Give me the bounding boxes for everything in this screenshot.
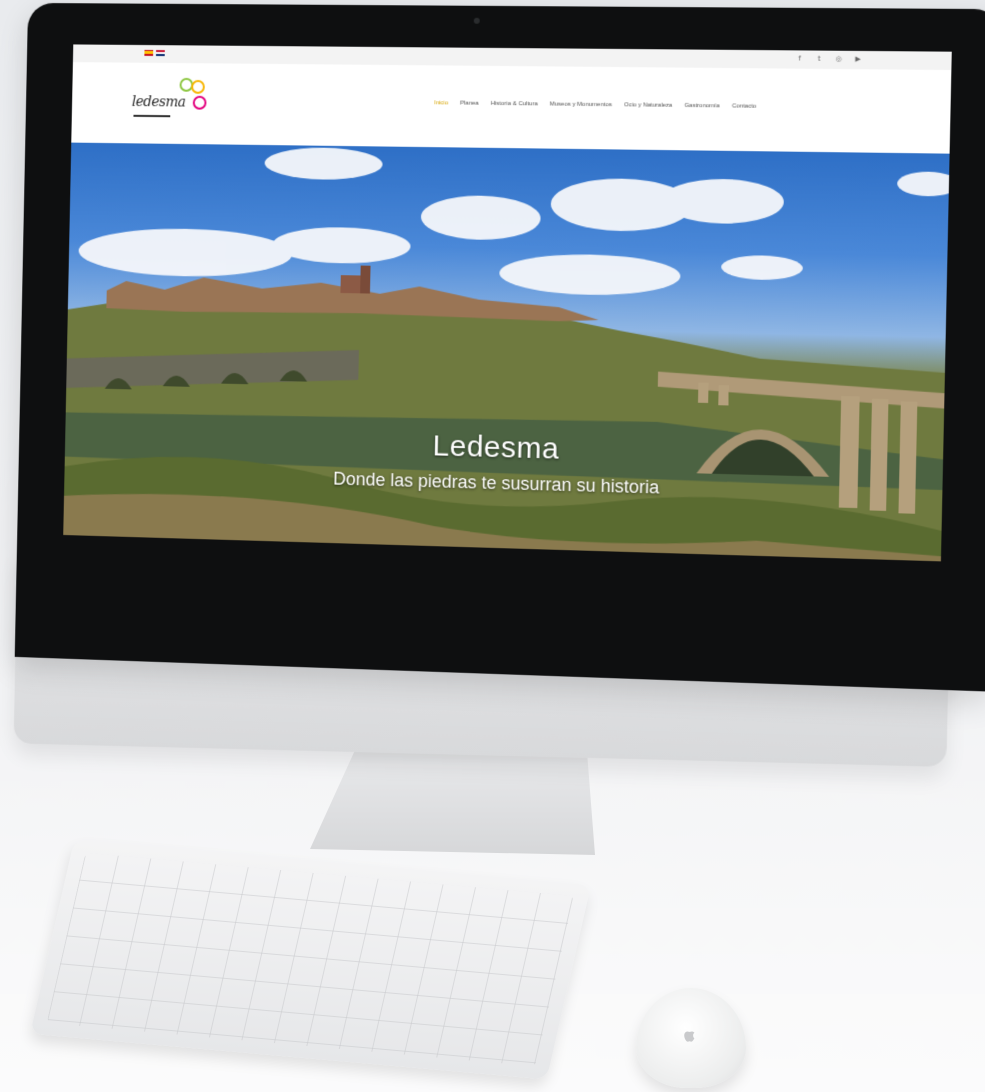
site-logo[interactable]: ledesma (131, 72, 219, 122)
instagram-icon[interactable]: ◎ (834, 55, 843, 64)
youtube-icon[interactable]: ▶ (853, 55, 862, 64)
nav-item-inicio[interactable]: Inicio (433, 98, 449, 108)
hero-banner: Ledesma Donde las piedras te susurran su… (63, 142, 950, 562)
nav-item-historia[interactable]: Historia & Cultura (490, 99, 539, 110)
nav-item-gastronomia[interactable]: Gastronomía (683, 101, 720, 111)
apple-logo-icon (684, 1031, 695, 1042)
camera-icon (473, 17, 480, 24)
english-flag-icon[interactable] (155, 50, 165, 57)
nav-item-ocio[interactable]: Ocio y Naturaleza (623, 100, 673, 111)
spanish-flag-icon[interactable] (144, 49, 154, 56)
main-navigation: Inicio Planea Historia & Cultura Museos … (433, 98, 757, 112)
logo-text: ledesma (131, 94, 186, 111)
nav-item-contacto[interactable]: Contacto (731, 101, 758, 111)
social-icons: f t ◎ ▶ (795, 54, 863, 64)
website-screen: f t ◎ ▶ ledesma Inicio Planea Historia &… (63, 44, 952, 562)
twitter-icon[interactable]: t (814, 55, 823, 64)
imac-display: f t ◎ ▶ ledesma Inicio Planea Historia &… (14, 2, 985, 692)
nav-item-museos[interactable]: Museos y Monumentos (549, 99, 614, 110)
facebook-icon[interactable]: f (795, 54, 804, 63)
site-header: ledesma Inicio Planea Historia & Cultura… (71, 62, 952, 154)
keyboard-keys (46, 852, 575, 1067)
nav-item-planea[interactable]: Planea (459, 99, 480, 109)
